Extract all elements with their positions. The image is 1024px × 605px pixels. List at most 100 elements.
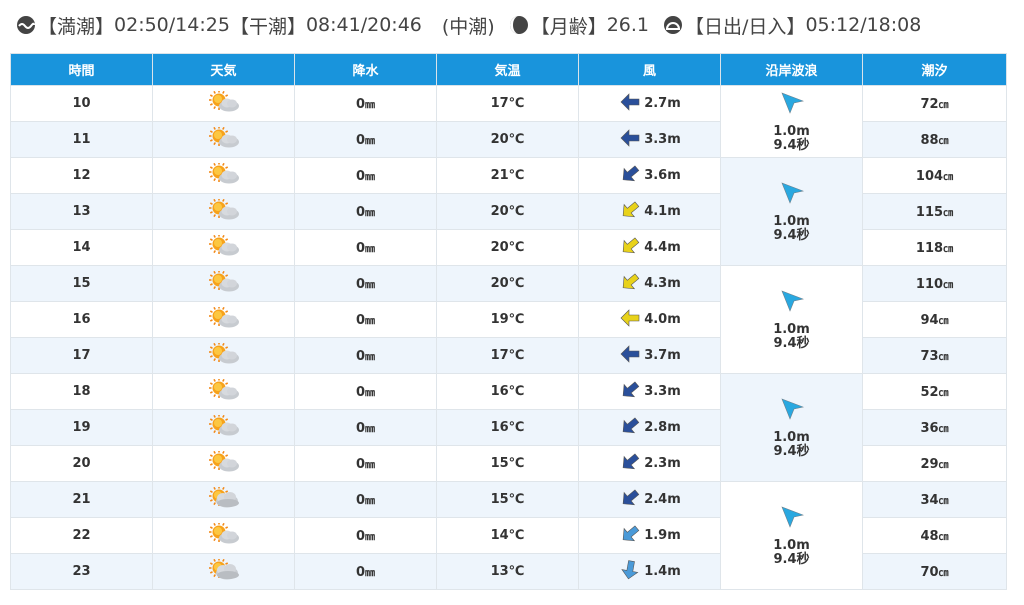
high-tide-label: 【満潮】: [38, 15, 115, 38]
hour-cell: 20: [10, 445, 153, 482]
tide-cell: 115㎝: [862, 193, 1007, 230]
wind-direction-arrow-icon: [618, 559, 642, 585]
tide-unit: ㎝: [938, 567, 949, 579]
hour-cell: 16: [10, 301, 153, 338]
precip-cell: 0㎜: [294, 373, 437, 410]
tide-cell: 72㎝: [862, 85, 1007, 122]
sun-value: 05:12/18:08: [805, 14, 922, 36]
tide-value: 29: [920, 456, 939, 472]
precip-cell: 0㎜: [294, 193, 437, 230]
temp-cell: 16℃: [436, 409, 579, 446]
moon-icon: [509, 16, 528, 34]
tide-cell: 52㎝: [862, 373, 1007, 410]
wind-speed: 2.4m: [644, 492, 681, 507]
cloud-sun-icon: [208, 557, 240, 585]
tide-cell: 94㎝: [862, 301, 1007, 338]
tide-cell: 104㎝: [862, 157, 1007, 194]
table-header-row: 時間 天気 降水 気温 風 沿岸波浪 潮汐: [10, 53, 1007, 86]
wave-cell: 1.0m 9.4秒: [720, 265, 863, 374]
precip-unit: ㎜: [365, 459, 376, 471]
tide-cell: 110㎝: [862, 265, 1007, 302]
precip-value: 0: [355, 528, 366, 544]
hour-cell: 18: [10, 373, 153, 410]
wind-cell: 4.3m: [578, 265, 721, 302]
precip-cell: 0㎜: [294, 553, 437, 590]
temp-cell: 17℃: [436, 337, 579, 374]
precip-cell: 0㎜: [294, 229, 437, 266]
weather-cell: [152, 229, 295, 266]
wave-direction-arrow-icon: [779, 181, 805, 215]
precip-value: 0: [355, 96, 366, 112]
table-row: 15 0㎜ 20℃ 4.3m 1.0m 9.4秒 110㎝: [10, 265, 1007, 374]
weather-cell: [152, 373, 295, 410]
tide-cell: 29㎝: [862, 445, 1007, 482]
tide-value: 104: [915, 168, 944, 184]
wave-height: 1.0m: [773, 123, 810, 139]
tide-unit: ㎝: [943, 171, 954, 183]
precip-unit: ㎜: [365, 495, 376, 507]
precip-unit: ㎜: [365, 351, 376, 363]
precip-value: 0: [355, 168, 366, 184]
header-temp: 気温: [436, 53, 579, 86]
tide-unit: ㎝: [943, 207, 954, 219]
hour-cell: 10: [10, 85, 153, 122]
tide-cell: 118㎝: [862, 229, 1007, 266]
tide-info-bar: 【満潮】 02:50/14:25 【干潮】 08:41/20:46 (中潮) 【…: [16, 8, 921, 42]
forecast-table: 時間 天気 降水 気温 風 沿岸波浪 潮汐 10 0㎜ 17℃ 2.7m 1.0m 9.4…: [10, 53, 1007, 590]
moon-age-value: 26.1: [606, 14, 650, 36]
wind-speed: 2.8m: [644, 420, 681, 435]
wind-speed: 4.4m: [644, 240, 681, 255]
cloud-sun-icon: [208, 485, 240, 513]
table-row: 12 0㎜ 21℃ 3.6m 1.0m 9.4秒 104㎝: [10, 157, 1007, 266]
weather-cell: [152, 409, 295, 446]
hour-cell: 15: [10, 265, 153, 302]
wind-speed: 4.0m: [644, 312, 681, 327]
wind-cell: 2.8m: [578, 409, 721, 446]
tide-cell: 34㎝: [862, 481, 1007, 518]
precip-cell: 0㎜: [294, 481, 437, 518]
wave-period: 9.4秒: [773, 335, 810, 351]
weather-cell: [152, 301, 295, 338]
low-tide-label: 【干潮】: [229, 15, 306, 38]
sun-label: 【日出/日入】: [685, 15, 806, 38]
tide-unit: ㎝: [938, 531, 949, 543]
high-tide-value: 02:50/14:25: [114, 14, 230, 36]
weather-cell: [152, 157, 295, 194]
header-weather: 天気: [152, 53, 295, 86]
temp-cell: 16℃: [436, 373, 579, 410]
tide-unit: ㎝: [943, 243, 954, 255]
wind-cell: 4.4m: [578, 229, 721, 266]
precip-unit: ㎜: [365, 423, 376, 435]
precip-unit: ㎜: [365, 99, 376, 111]
tide-value: 72: [920, 96, 939, 112]
sunrise-icon: [664, 16, 683, 34]
table-row: 18 0㎜ 16℃ 3.3m 1.0m 9.4秒 52㎝: [10, 373, 1007, 482]
tide-icon: [17, 16, 35, 34]
moon-age-label: 【月齢】: [530, 15, 607, 38]
temp-cell: 15℃: [436, 445, 579, 482]
wave-period: 9.4秒: [773, 137, 810, 153]
wind-speed: 2.3m: [644, 456, 681, 471]
temp-cell: 20℃: [436, 265, 579, 302]
weather-cell: [152, 445, 295, 482]
header-tide: 潮汐: [862, 53, 1007, 86]
tide-cell: 73㎝: [862, 337, 1007, 374]
wind-direction-arrow-icon: [618, 307, 642, 333]
weather-cell: [152, 193, 295, 230]
hour-cell: 12: [10, 157, 153, 194]
precip-value: 0: [355, 348, 366, 364]
sun-cloud-icon: [208, 341, 240, 369]
sun-cloud-icon: [208, 125, 240, 153]
wave-period: 9.4秒: [773, 227, 810, 243]
wave-period: 9.4秒: [773, 551, 810, 567]
temp-cell: 20℃: [436, 193, 579, 230]
tide-unit: ㎝: [938, 315, 949, 327]
wind-direction-arrow-icon: [618, 451, 642, 477]
wind-speed: 3.3m: [644, 132, 681, 147]
wind-direction-arrow-icon: [618, 91, 642, 117]
table-row: 21 0㎜ 15℃ 2.4m 1.0m 9.4秒 34㎝: [10, 481, 1007, 590]
tide-cell: 48㎝: [862, 517, 1007, 554]
weather-cell: [152, 85, 295, 122]
tide-value: 94: [920, 312, 939, 328]
wind-speed: 3.3m: [644, 384, 681, 399]
